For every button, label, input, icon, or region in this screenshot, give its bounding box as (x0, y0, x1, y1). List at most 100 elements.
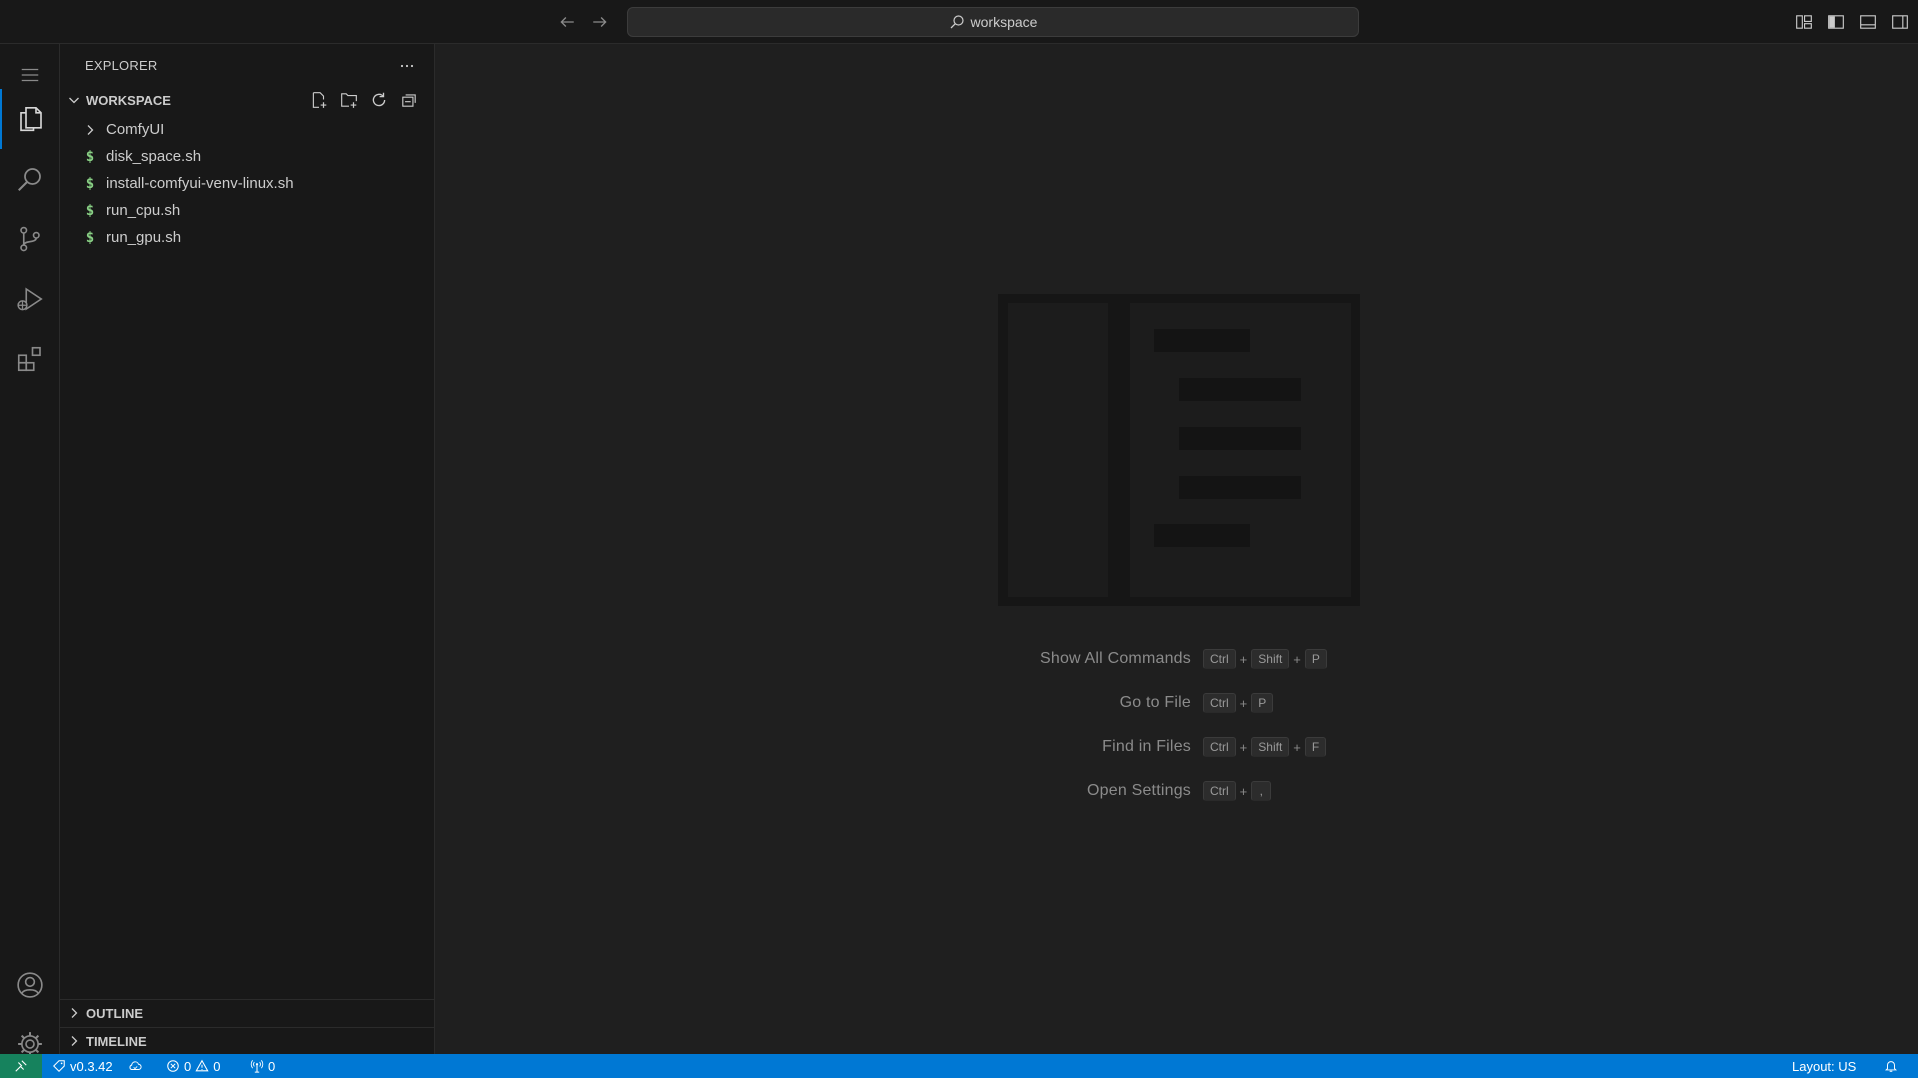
plus-separator: + (1293, 739, 1301, 755)
plus-separator: + (1239, 651, 1248, 667)
keybinding: Ctrl + P (1203, 693, 1274, 713)
new-file-icon (312, 92, 327, 108)
chevron-right-icon (71, 1036, 78, 1046)
go-forward-button[interactable] (587, 10, 613, 34)
command-center-text: workspace (970, 14, 1038, 30)
activity-bar (0, 44, 60, 1056)
files-icon (20, 106, 42, 132)
key-cap: Ctrl (1203, 649, 1236, 669)
plus-separator: + (1239, 783, 1248, 799)
extensions-icon (17, 346, 41, 372)
shortcut-find-in-files[interactable]: Find in Files Ctrl + Shift + F (815, 734, 1715, 760)
tag-icon (53, 1060, 65, 1072)
vscode-window: workspace EXPLORER WORKSPACE ComfyUI $ d… (0, 0, 1918, 1078)
title-bar: workspace (0, 0, 1918, 44)
error-count: 0 (184, 1058, 192, 1074)
keyboard-layout-status-item[interactable]: Layout: US (1792, 1054, 1856, 1078)
collapse-all-icon (402, 94, 416, 107)
sync-status-item[interactable] (128, 1054, 142, 1078)
layout-controls (1792, 10, 1912, 34)
timeline-section-header[interactable]: TIMELINE (60, 1028, 435, 1054)
keybinding: Ctrl + Shift + F (1203, 737, 1327, 757)
toggle-secondary-sidebar-button[interactable] (1888, 10, 1912, 34)
keybinding: Ctrl + , (1203, 781, 1272, 801)
version-status-item[interactable]: v0.3.42 (52, 1054, 113, 1078)
new-folder-button[interactable] (337, 88, 361, 112)
new-folder-icon (341, 93, 357, 108)
radio-tower-icon (250, 1060, 264, 1073)
key-cap: F (1304, 737, 1327, 757)
shortcut-label[interactable]: Find in Files (815, 738, 1203, 756)
remote-icon (15, 1060, 27, 1072)
workspace-section-header[interactable]: WORKSPACE (60, 87, 435, 113)
tree-item-file[interactable]: $ install-comfyui-venv-linux.sh (60, 170, 435, 197)
more-actions-button[interactable] (395, 55, 419, 77)
toggle-panel-button[interactable] (1856, 10, 1880, 34)
chevron-right-icon (82, 122, 98, 138)
sidebar-header: EXPLORER (60, 44, 435, 87)
tree-item-file[interactable]: $ run_gpu.sh (60, 224, 435, 251)
shell-script-icon: $ (85, 202, 95, 219)
refresh-explorer-button[interactable] (367, 88, 391, 112)
cloud-sync-icon (129, 1061, 142, 1070)
problems-status-item[interactable]: 0 0 (166, 1054, 220, 1078)
source-control-icon (20, 226, 40, 252)
workspace-actions (307, 88, 421, 112)
editor-area: Show All Commands Ctrl + Shift + P Go to… (435, 44, 1918, 1054)
plus-separator: + (1293, 651, 1301, 667)
error-icon (167, 1060, 179, 1072)
search-icon (950, 15, 964, 29)
warning-icon (195, 1059, 209, 1072)
tree-item-label: run_gpu.sh (106, 229, 182, 246)
shortcut-label[interactable]: Go to File (815, 694, 1203, 712)
plus-separator: + (1239, 739, 1248, 755)
sidebar-title: EXPLORER (85, 58, 158, 73)
new-file-button[interactable] (307, 88, 331, 112)
activity-explorer[interactable] (0, 89, 60, 149)
key-cap: , (1251, 781, 1272, 801)
tree-item-label: run_cpu.sh (106, 202, 181, 219)
ports-count: 0 (268, 1058, 276, 1074)
shortcut-label[interactable]: Open Settings (815, 782, 1203, 800)
shortcut-label[interactable]: Show All Commands (815, 650, 1203, 668)
ports-status-item[interactable]: 0 (250, 1054, 275, 1078)
key-cap: Shift (1251, 737, 1290, 757)
arrow-left-icon (560, 17, 574, 27)
refresh-icon (372, 92, 386, 107)
key-cap: Ctrl (1203, 737, 1236, 757)
layout-text: Layout: US (1792, 1058, 1857, 1074)
shell-script-icon: $ (85, 229, 95, 246)
customize-layout-button[interactable] (1792, 10, 1816, 34)
tree-item-label: install-comfyui-venv-linux.sh (106, 175, 294, 192)
search-icon (18, 168, 41, 191)
activity-extensions[interactable] (0, 329, 60, 389)
shortcut-open-settings[interactable]: Open Settings Ctrl + , (815, 778, 1715, 804)
shortcut-go-to-file[interactable]: Go to File Ctrl + P (815, 690, 1715, 716)
chevron-right-icon (71, 1008, 78, 1018)
key-cap: P (1251, 693, 1274, 713)
activity-accounts[interactable] (0, 957, 60, 1013)
shell-script-icon: $ (85, 175, 95, 192)
ellipsis-icon (400, 64, 414, 68)
status-bar: v0.3.42 0 0 0 Layout: US (0, 1054, 1918, 1078)
hamburger-menu-icon (21, 68, 39, 82)
activity-source-control[interactable] (0, 209, 60, 269)
arrow-right-icon (593, 17, 607, 27)
toggle-primary-sidebar-button[interactable] (1824, 10, 1848, 34)
tree-item-file[interactable]: $ run_cpu.sh (60, 197, 435, 224)
outline-section-header[interactable]: OUTLINE (60, 1000, 435, 1026)
notifications-button[interactable] (1884, 1054, 1898, 1078)
go-back-button[interactable] (554, 10, 580, 34)
tree-item-folder[interactable]: ComfyUI (60, 116, 435, 143)
key-cap: Shift (1251, 649, 1290, 669)
remote-indicator-button[interactable] (0, 1054, 42, 1078)
bell-icon (1885, 1061, 1897, 1072)
tree-item-label: disk_space.sh (106, 148, 202, 165)
collapse-folders-button[interactable] (397, 88, 421, 112)
command-center-search[interactable]: workspace (627, 7, 1359, 37)
activity-search[interactable] (0, 149, 60, 209)
shortcut-show-all-commands[interactable]: Show All Commands Ctrl + Shift + P (815, 646, 1715, 672)
tree-item-label: ComfyUI (106, 121, 165, 138)
tree-item-file[interactable]: $ disk_space.sh (60, 143, 435, 170)
activity-run-debug[interactable] (0, 269, 60, 329)
